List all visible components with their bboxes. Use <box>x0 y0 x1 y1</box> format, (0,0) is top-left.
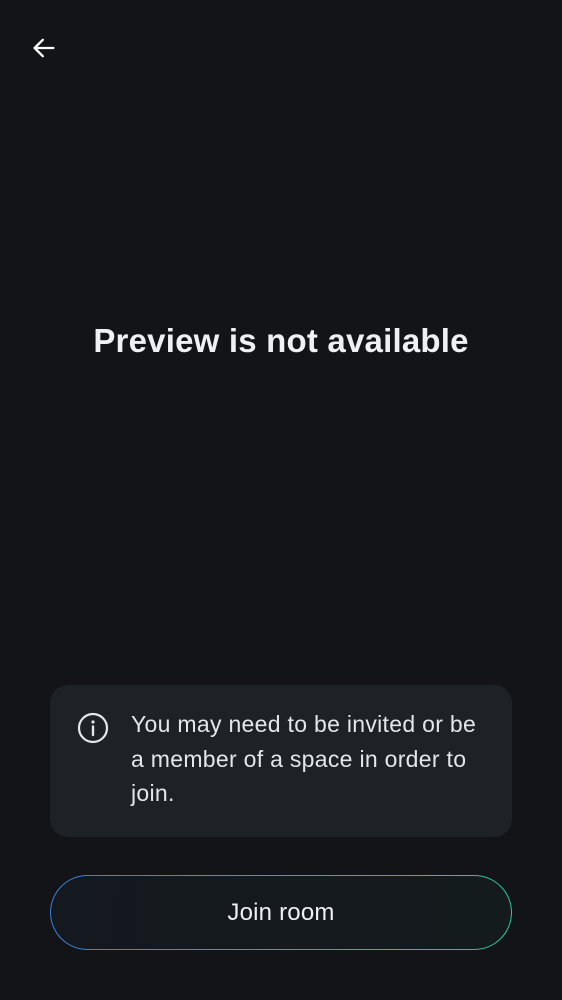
info-card: You may need to be invited or be a membe… <box>50 685 512 837</box>
arrow-left-icon <box>30 34 58 67</box>
info-icon <box>77 712 109 744</box>
join-room-label: Join room <box>227 898 335 926</box>
info-message: You may need to be invited or be a membe… <box>131 711 477 806</box>
back-button[interactable] <box>22 28 66 72</box>
page-title: Preview is not available <box>93 322 469 359</box>
join-room-button[interactable]: Join room <box>50 875 512 950</box>
